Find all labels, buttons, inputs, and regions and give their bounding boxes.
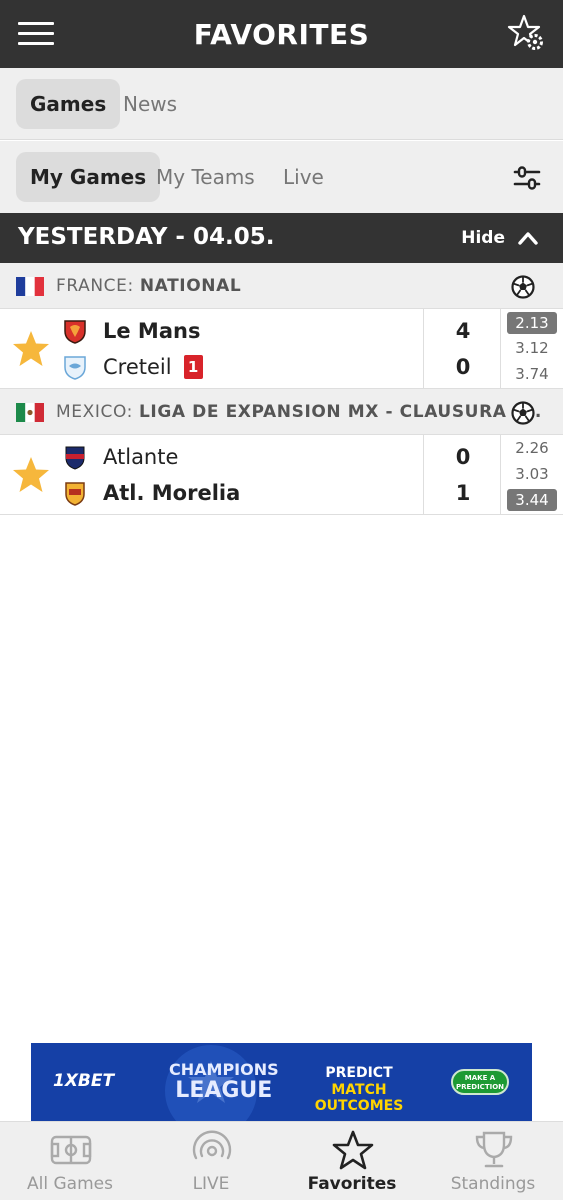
trophy-icon: [475, 1131, 513, 1168]
odd-away[interactable]: 3.74: [507, 363, 557, 385]
live-broadcast-icon: [192, 1130, 232, 1160]
league-title: FRANCE: NATIONAL: [56, 276, 241, 296]
date-section-header: YESTERDAY - 04.05. Hide: [0, 213, 563, 263]
game-row[interactable]: Atlante Atl. Morelia 0 1 2.26 3.03 3.44: [0, 435, 563, 515]
home-team-name: Le Mans: [103, 319, 201, 343]
score-column: 0 1: [423, 435, 501, 515]
tab-news[interactable]: News: [109, 79, 191, 129]
app-header: FAVORITES: [0, 0, 563, 68]
atl-morelia-logo-icon: [65, 482, 85, 506]
away-score: 0: [455, 355, 471, 379]
odds-column: 2.13 3.12 3.74: [501, 309, 563, 389]
home-team-name: Atlante: [103, 445, 179, 469]
home-score: 0: [455, 445, 471, 469]
odds-column: 2.26 3.03 3.44: [501, 435, 563, 515]
favorite-star-icon[interactable]: [12, 456, 50, 494]
field-icon: [50, 1135, 92, 1165]
nav-label: Standings: [450, 1174, 536, 1194]
home-team: Atlante: [62, 442, 178, 472]
bottom-nav: All Games LIVE Favorites Standings: [0, 1121, 563, 1200]
tab-my-games[interactable]: My Games: [16, 152, 161, 202]
ad-predict-line2: MATCH OUTCOMES: [314, 1082, 404, 1114]
home-score: 4: [455, 319, 471, 343]
tab-my-teams[interactable]: My Teams: [142, 152, 269, 202]
league-name: LIGA DE EXPANSION MX - CLAUSURA -...: [138, 402, 542, 422]
nav-all-games[interactable]: All Games: [0, 1122, 140, 1200]
odd-home[interactable]: 2.26: [507, 437, 557, 459]
soccer-ball-icon: [511, 275, 535, 299]
top-tabs: Games News: [0, 68, 563, 140]
score-column: 4 0: [423, 309, 501, 389]
odd-home[interactable]: 2.13: [507, 312, 557, 334]
star-icon: [332, 1130, 374, 1170]
nav-label: Favorites: [307, 1174, 397, 1194]
ad-title: CHAMPIONS LEAGUE: [169, 1059, 279, 1103]
away-score: 1: [455, 481, 471, 505]
away-team-name: Creteil: [103, 355, 172, 379]
section-date: YESTERDAY - 04.05.: [18, 224, 275, 250]
red-card-badge: 1: [183, 355, 203, 379]
ad-button-line1: MAKE A: [464, 1074, 496, 1082]
favorite-star-icon[interactable]: [12, 330, 50, 368]
soccer-ball-icon: [511, 401, 535, 425]
ad-title-line1: CHAMPIONS: [169, 1060, 279, 1079]
league-title: MEXICO: LIGA DE EXPANSION MX - CLAUSURA …: [56, 402, 542, 422]
league-header-mexico[interactable]: MEXICO: LIGA DE EXPANSION MX - CLAUSURA …: [0, 389, 563, 435]
france-flag-icon: [16, 277, 44, 296]
ad-make-prediction-button[interactable]: MAKE A PREDICTION: [451, 1069, 509, 1095]
sliders-icon[interactable]: [513, 165, 541, 191]
ad-brand: 1XBET: [53, 1071, 115, 1091]
sub-tabs: My Games My Teams Live: [0, 141, 563, 213]
away-team: Creteil 1: [62, 352, 203, 382]
ad-title-line2: LEAGUE: [175, 1078, 273, 1103]
nav-label: LIVE: [192, 1174, 230, 1194]
hide-toggle[interactable]: Hide: [461, 228, 505, 248]
league-country: MEXICO:: [56, 402, 133, 422]
tab-live[interactable]: Live: [269, 152, 338, 202]
hamburger-menu-icon[interactable]: [18, 22, 54, 46]
odd-draw[interactable]: 3.03: [507, 463, 557, 485]
nav-standings[interactable]: Standings: [423, 1122, 563, 1200]
page-title: FAVORITES: [193, 17, 370, 51]
ad-predict-line1: PREDICT: [325, 1065, 393, 1081]
game-row[interactable]: Le Mans Creteil 1 4 0 2.13 3.12 3.74: [0, 309, 563, 389]
league-header-france[interactable]: FRANCE: NATIONAL: [0, 263, 563, 309]
chevron-up-icon[interactable]: [517, 229, 539, 247]
away-team-name: Atl. Morelia: [103, 481, 241, 505]
away-team: Atl. Morelia: [62, 478, 240, 508]
tab-games[interactable]: Games: [16, 79, 121, 129]
odd-away[interactable]: 3.44: [507, 489, 557, 511]
nav-live[interactable]: LIVE: [141, 1122, 281, 1200]
nav-favorites[interactable]: Favorites: [282, 1122, 422, 1200]
mexico-flag-icon: [16, 403, 44, 422]
creteil-logo-icon: [64, 356, 86, 380]
ad-banner[interactable]: 1XBET CHAMPIONS LEAGUE PREDICT MATCH OUT…: [31, 1043, 532, 1121]
star-gear-icon[interactable]: [507, 14, 545, 52]
atlante-logo-icon: [65, 446, 85, 470]
nav-label: All Games: [27, 1174, 113, 1194]
league-name: NATIONAL: [139, 276, 242, 296]
ad-button-line2: PREDICTION: [455, 1083, 505, 1091]
home-team: Le Mans: [62, 316, 200, 346]
league-country: FRANCE:: [56, 276, 134, 296]
odd-draw[interactable]: 3.12: [507, 337, 557, 359]
le-mans-logo-icon: [64, 320, 86, 344]
